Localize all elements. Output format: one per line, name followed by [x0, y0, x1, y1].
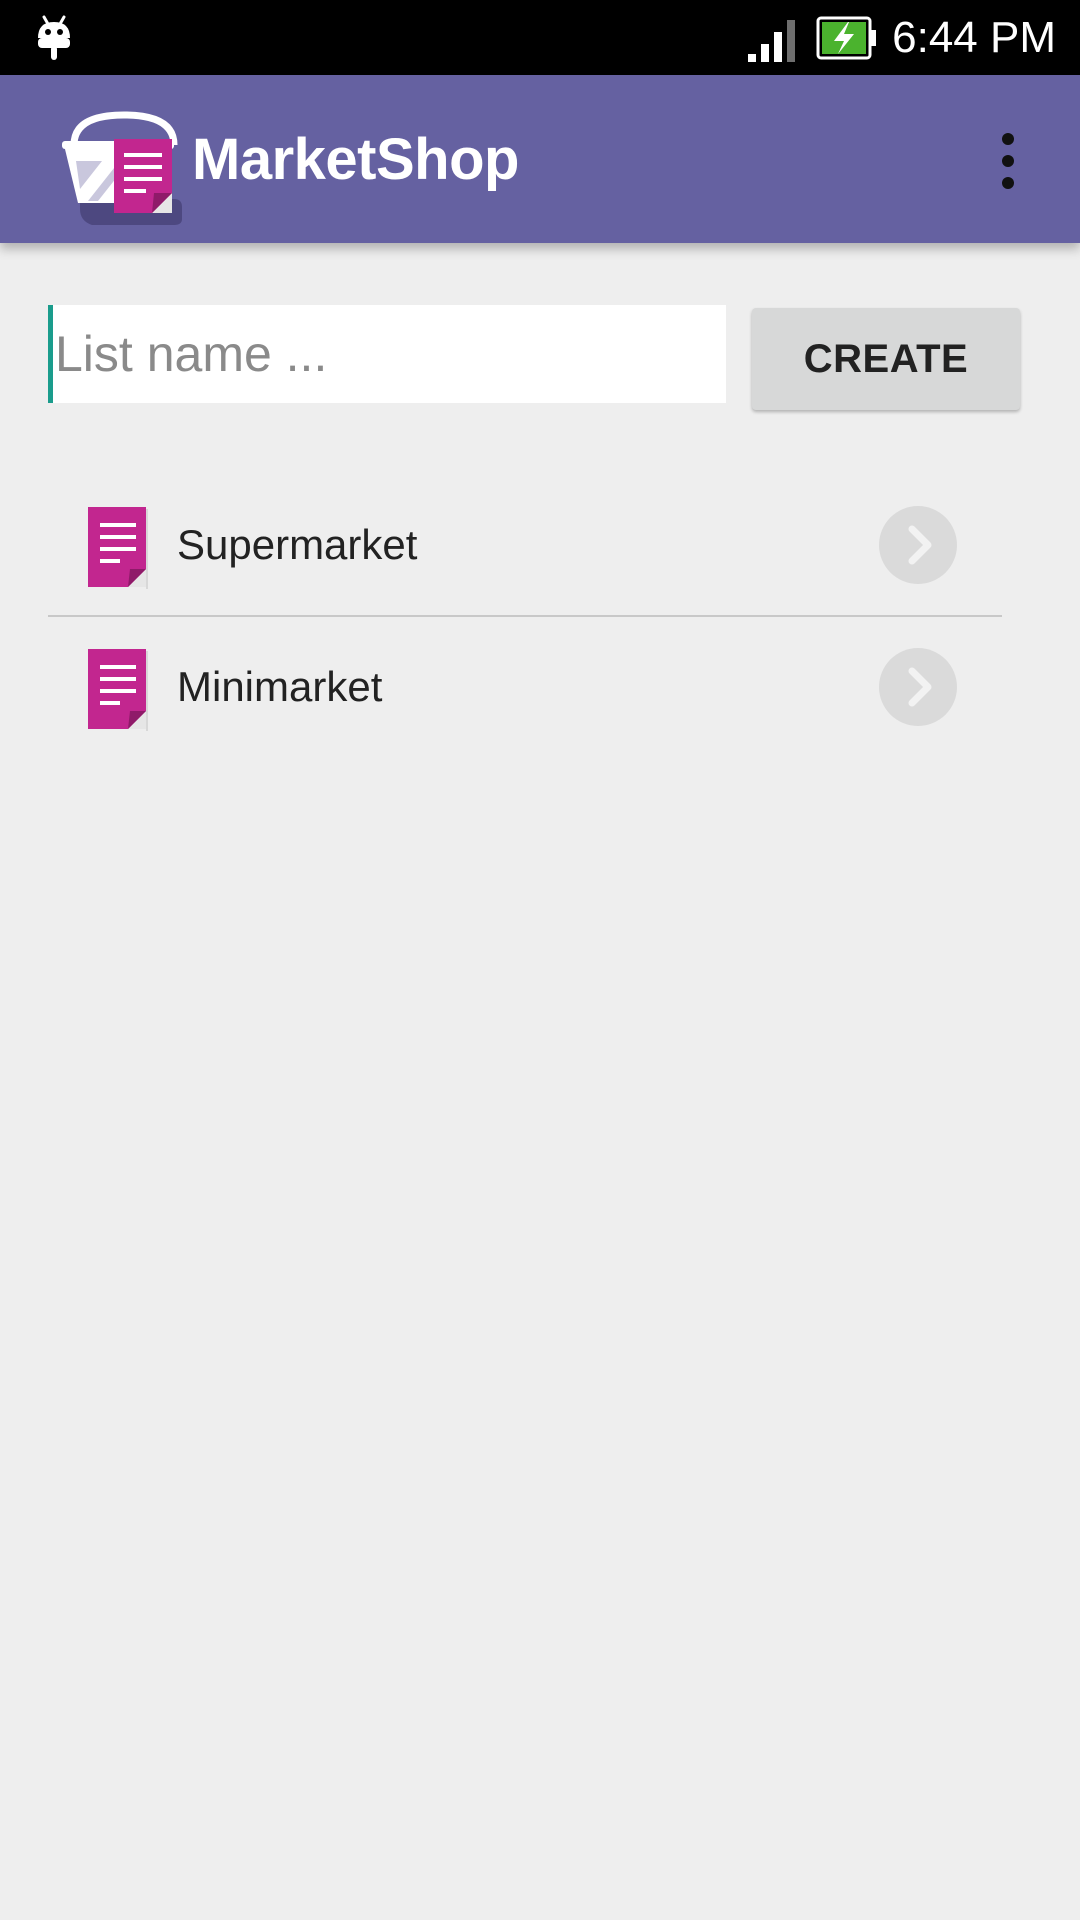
status-bar: 6:44 PM: [0, 0, 1080, 75]
app-bar: MarketShop: [0, 75, 1080, 243]
status-clock: 6:44 PM: [892, 13, 1056, 62]
list-item-minimarket[interactable]: Minimarket: [48, 617, 1002, 757]
create-button[interactable]: CREATE: [752, 308, 1020, 410]
list-name-input[interactable]: [48, 305, 726, 403]
android-icon: [38, 15, 70, 60]
app-title: MarketShop: [192, 127, 519, 192]
document-icon: [88, 649, 148, 731]
shopping-list: Supermarket Minimarket: [48, 475, 1002, 757]
battery-charging-icon: [816, 16, 876, 60]
basket-list-logo-icon: [62, 111, 182, 225]
list-item-label: Minimarket: [177, 663, 383, 710]
chevron-right-icon[interactable]: [878, 505, 958, 585]
chevron-right-icon[interactable]: [878, 647, 958, 727]
overflow-menu-icon[interactable]: [984, 129, 1032, 193]
screen: 6:44 PM MarketShop List name ... CREATE …: [0, 0, 1080, 1920]
list-item-label: Supermarket: [177, 521, 418, 568]
signal-icon: [748, 20, 795, 62]
document-icon: [88, 507, 148, 589]
list-item-supermarket[interactable]: Supermarket: [48, 475, 1002, 617]
